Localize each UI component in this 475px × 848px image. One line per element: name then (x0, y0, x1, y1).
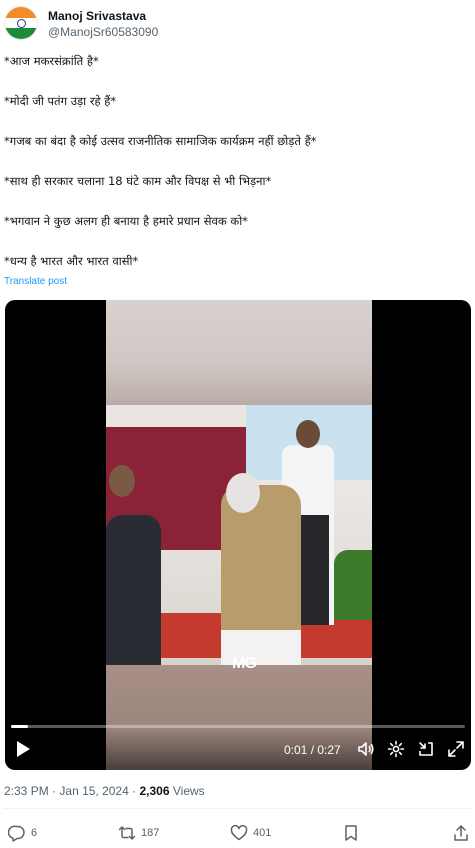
bookmark-button[interactable] (342, 823, 360, 843)
post-line: *मोदी जी पतंग उड़ा रहे हैं* (4, 94, 117, 108)
reply-icon (8, 825, 25, 842)
post-header: Manoj Srivastava @ManojSr60583090 (4, 6, 471, 42)
video-progress-fill (11, 725, 28, 728)
settings-gear-icon[interactable] (387, 740, 405, 758)
video-frame[interactable]: MG (106, 300, 372, 770)
like-count: 401 (253, 827, 272, 839)
volume-icon[interactable] (357, 740, 375, 758)
author-handle[interactable]: @ManojSr60583090 (48, 25, 158, 39)
post-meta: 2:33 PM · Jan 15, 2024 · 2,306 Views (4, 784, 205, 798)
views-count: 2,306 (139, 784, 170, 798)
share-icon (454, 825, 468, 841)
avatar[interactable] (4, 6, 38, 40)
video-watermark: MG (232, 655, 257, 672)
author-name[interactable]: Manoj Srivastava (48, 9, 146, 23)
action-bar: 6 187 401 (0, 820, 475, 844)
video-player[interactable]: MG 0:01 / 0:27 (5, 300, 471, 770)
bookmark-icon (345, 825, 357, 841)
post-line: *साथ ही सरकार चलाना 18 घंटे काम और विपक्… (4, 174, 272, 188)
reply-button[interactable]: 6 (8, 823, 37, 843)
post-line: *धन्य है भारत और भारत वासी* (4, 254, 139, 268)
reply-count: 6 (31, 827, 38, 839)
like-button[interactable]: 401 (230, 823, 271, 843)
post-time[interactable]: 2:33 PM (4, 784, 49, 798)
translate-post-link[interactable]: Translate post (4, 276, 67, 287)
repost-count: 187 (141, 827, 160, 839)
views-label: Views (172, 784, 205, 798)
divider (4, 808, 471, 809)
fullscreen-icon[interactable] (447, 740, 465, 758)
share-button[interactable] (452, 823, 470, 843)
repost-button[interactable]: 187 (118, 823, 159, 843)
post-line: *गजब का बंदा है कोई उत्सव राजनीतिक सामाज… (4, 134, 317, 148)
meta-separator: · (132, 784, 137, 798)
post-line: *भगवान ने कुछ अलग ही बनाया है हमारे प्रध… (4, 214, 248, 228)
video-progress-bar[interactable] (11, 725, 465, 728)
video-scene (106, 405, 372, 667)
picture-in-picture-icon[interactable] (417, 740, 435, 758)
video-time: 0:01 / 0:27 (284, 743, 341, 757)
play-icon[interactable] (15, 740, 31, 758)
repost-icon (118, 826, 136, 840)
meta-separator: · (52, 784, 57, 798)
post-line: *आज मकरसंक्रांति है* (4, 54, 99, 68)
heart-icon (230, 824, 248, 841)
post-date[interactable]: Jan 15, 2024 (59, 784, 128, 798)
